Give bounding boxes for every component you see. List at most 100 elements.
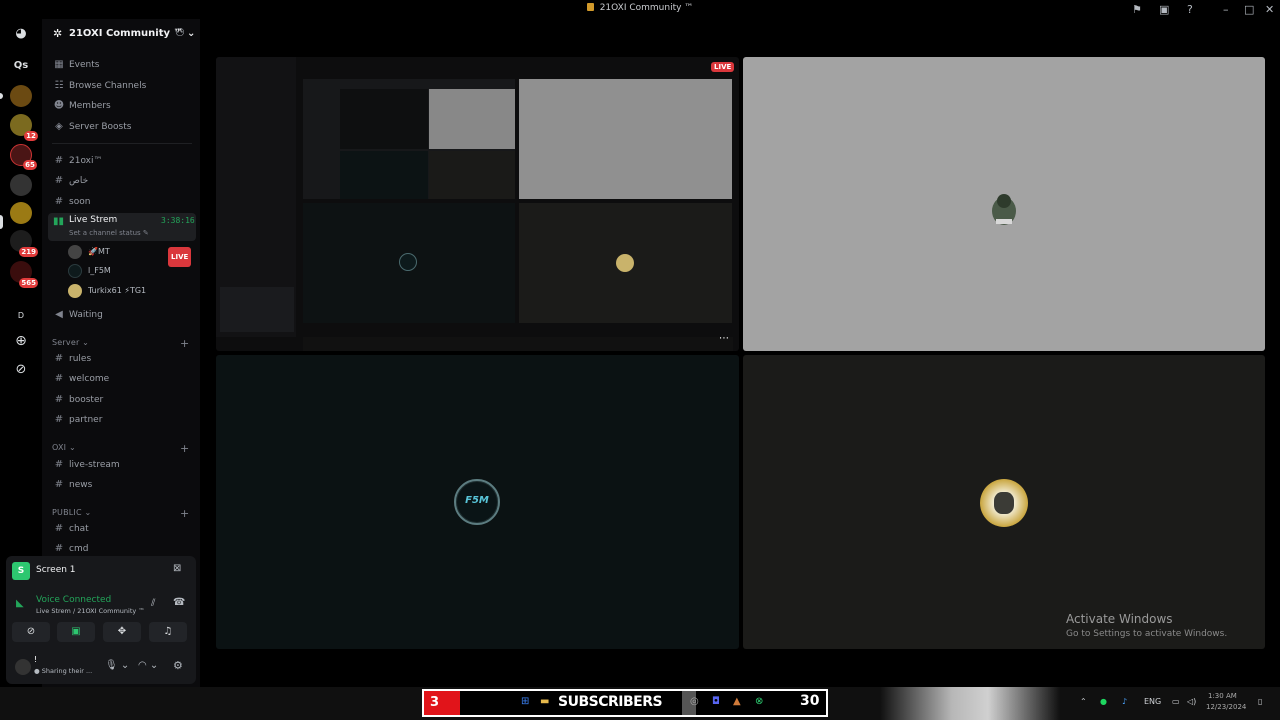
hash-icon: # [54,373,64,384]
mic-tray-icon[interactable]: ♪ [1122,697,1127,706]
discord-taskbar-icon[interactable]: ◘ [712,696,720,707]
channel-news[interactable]: # news [48,476,196,494]
monitor-icon[interactable]: ▣ [1159,3,1169,16]
network-icon[interactable]: ▭ [1172,697,1180,706]
settings-gear-icon[interactable]: ⚙ [173,659,183,672]
subscriber-counter: 3 ⊞ ▬ SUBSCRIBERS ◎ ◘ ▲ ⊗ 30 [422,689,828,717]
voice-channel-live-strem[interactable]: ▮▮ Live Strem 3:38:16 Set a channel stat… [48,213,196,241]
channel-partner[interactable]: # partner [48,411,196,429]
activities-button[interactable]: ✥ [103,622,141,642]
server-qs[interactable]: Qs [10,55,32,77]
discord-home-icon[interactable]: ◕ [10,23,32,45]
disconnect-icon[interactable]: ☎ [173,597,185,608]
maximize-button[interactable]: □ [1244,3,1254,16]
screen-share-icon: S [12,562,30,580]
activate-windows-title: Activate Windows [1066,612,1173,626]
channel-welcome[interactable]: # welcome [48,370,196,388]
nav-events[interactable]: ▦ Events [48,56,196,74]
inbox-flag-icon[interactable]: ⚑ [1132,3,1142,16]
add-channel-icon[interactable]: + [180,507,189,520]
app-icon[interactable]: ▲ [733,696,741,707]
wolf-icon [994,492,1014,514]
close-button[interactable]: ✕ [1265,3,1274,16]
chrome-icon[interactable]: ◎ [690,696,699,707]
nested-tile [340,89,428,149]
server-icon[interactable] [10,174,32,196]
voice-location[interactable]: Live Strem / 21OXI Community ™ [36,607,145,615]
screen-title: Screen 1 [36,565,76,575]
soundboard-button[interactable]: ♫ [149,622,187,642]
voice-user[interactable]: 🚀MT LIVE [68,243,194,267]
server-icon[interactable]: 12 [10,114,38,141]
server-icon[interactable] [10,202,32,224]
channel-booster[interactable]: # booster [48,391,196,409]
signal-icon[interactable]: ◣ [16,598,24,609]
avatar[interactable] [15,659,31,675]
add-channel-icon[interactable]: + [180,337,189,350]
user-tile-mt[interactable] [743,57,1265,351]
live-badge: LIVE [168,247,192,267]
unread-pill [0,93,3,99]
voice-user[interactable]: l_F5M [68,262,111,280]
camera-off-button[interactable]: ⊘ [12,622,50,642]
spotify-icon[interactable]: ● [1100,697,1107,706]
nested-panel [220,287,294,332]
channel-chat[interactable]: # chat [48,520,196,538]
nested-tile [519,79,732,199]
guild-header[interactable]: ✲ 21OXI Community ™ ⌄ ⚇ [42,19,200,49]
server-icon[interactable]: 565 [10,261,38,288]
notification-icon[interactable]: ▯ [1258,697,1262,706]
language-indicator[interactable]: ENG [1144,697,1161,706]
voice-channel-waiting[interactable]: ◀ Waiting [48,306,196,324]
noise-suppression-icon[interactable]: ⫽ [151,598,155,609]
screen-share-button[interactable]: ▣ [57,622,95,642]
server-icon[interactable]: 219 [10,230,38,257]
nav-server-boosts[interactable]: ◈ Server Boosts [48,118,196,136]
category-server[interactable]: Server ⌄ + [52,337,192,350]
user-tile-turkix[interactable]: Activate Windows Go to Settings to activ… [743,355,1265,649]
tray-chevron-icon[interactable]: ⌃ [1080,697,1087,706]
mention-badge: 65 [23,160,37,170]
category-oxi[interactable]: OXI ⌄ + [52,442,192,455]
screen-share-tile[interactable]: LIVE ⋯ [216,57,739,351]
channel-soon[interactable]: # soon [48,193,196,211]
add-server-icon[interactable]: ⊕ [10,330,32,352]
invite-icon[interactable]: ⚇ [175,26,185,39]
live-badge: LIVE [711,62,735,72]
window-title: 21OXI Community ™ [0,3,1280,13]
hash-icon: # [54,175,64,186]
popout-icon[interactable]: ⊠ [173,563,181,574]
channel-live-stream[interactable]: # live-stream [48,456,196,474]
help-icon[interactable]: ? [1187,3,1193,16]
nav-members[interactable]: ☻ Members [48,97,196,115]
channel-private[interactable]: # خاص [48,172,196,190]
folder-icon[interactable]: ▬ [540,696,549,707]
minimize-button[interactable]: – [1223,3,1229,16]
hash-icon: # [54,459,64,470]
add-channel-icon[interactable]: + [180,442,189,455]
green-character-icon [992,194,1016,225]
xbox-icon[interactable]: ⊗ [755,696,763,707]
f5m-avatar: F5M [454,479,500,525]
nested-tile [519,203,732,323]
tray-date[interactable]: 12/23/2024 [1206,703,1246,711]
server-icon[interactable]: 65 [10,144,37,170]
mic-icon[interactable]: 🎙︎ ⌄ [105,660,129,671]
server-folder[interactable]: D [10,303,32,325]
category-public[interactable]: PUBLIC ⌄ + [52,507,192,520]
windows-start-icon[interactable]: ⊞ [521,696,529,707]
volume-icon[interactable]: ◁) [1187,697,1196,706]
calendar-icon: ▦ [54,59,64,70]
channel-status[interactable]: Set a channel status ✎ [69,229,149,237]
more-options-icon[interactable]: ⋯ [719,333,729,344]
nav-browse-channels[interactable]: ☷ Browse Channels [48,77,196,95]
channel-rules[interactable]: # rules [48,350,196,368]
tray-time[interactable]: 1:30 AM [1208,692,1237,700]
channel-21oxi[interactable]: #21oxi™ [48,152,196,170]
voice-status[interactable]: Voice Connected [36,595,111,605]
voice-user[interactable]: Turkix61 ⚡TG1 [68,282,146,300]
server-icon[interactable] [10,85,32,107]
user-tile-f5m[interactable]: F5M [216,355,739,649]
headphones-icon[interactable]: ◠ ⌄ [138,660,158,671]
discover-icon[interactable]: ⊘ [10,359,32,381]
